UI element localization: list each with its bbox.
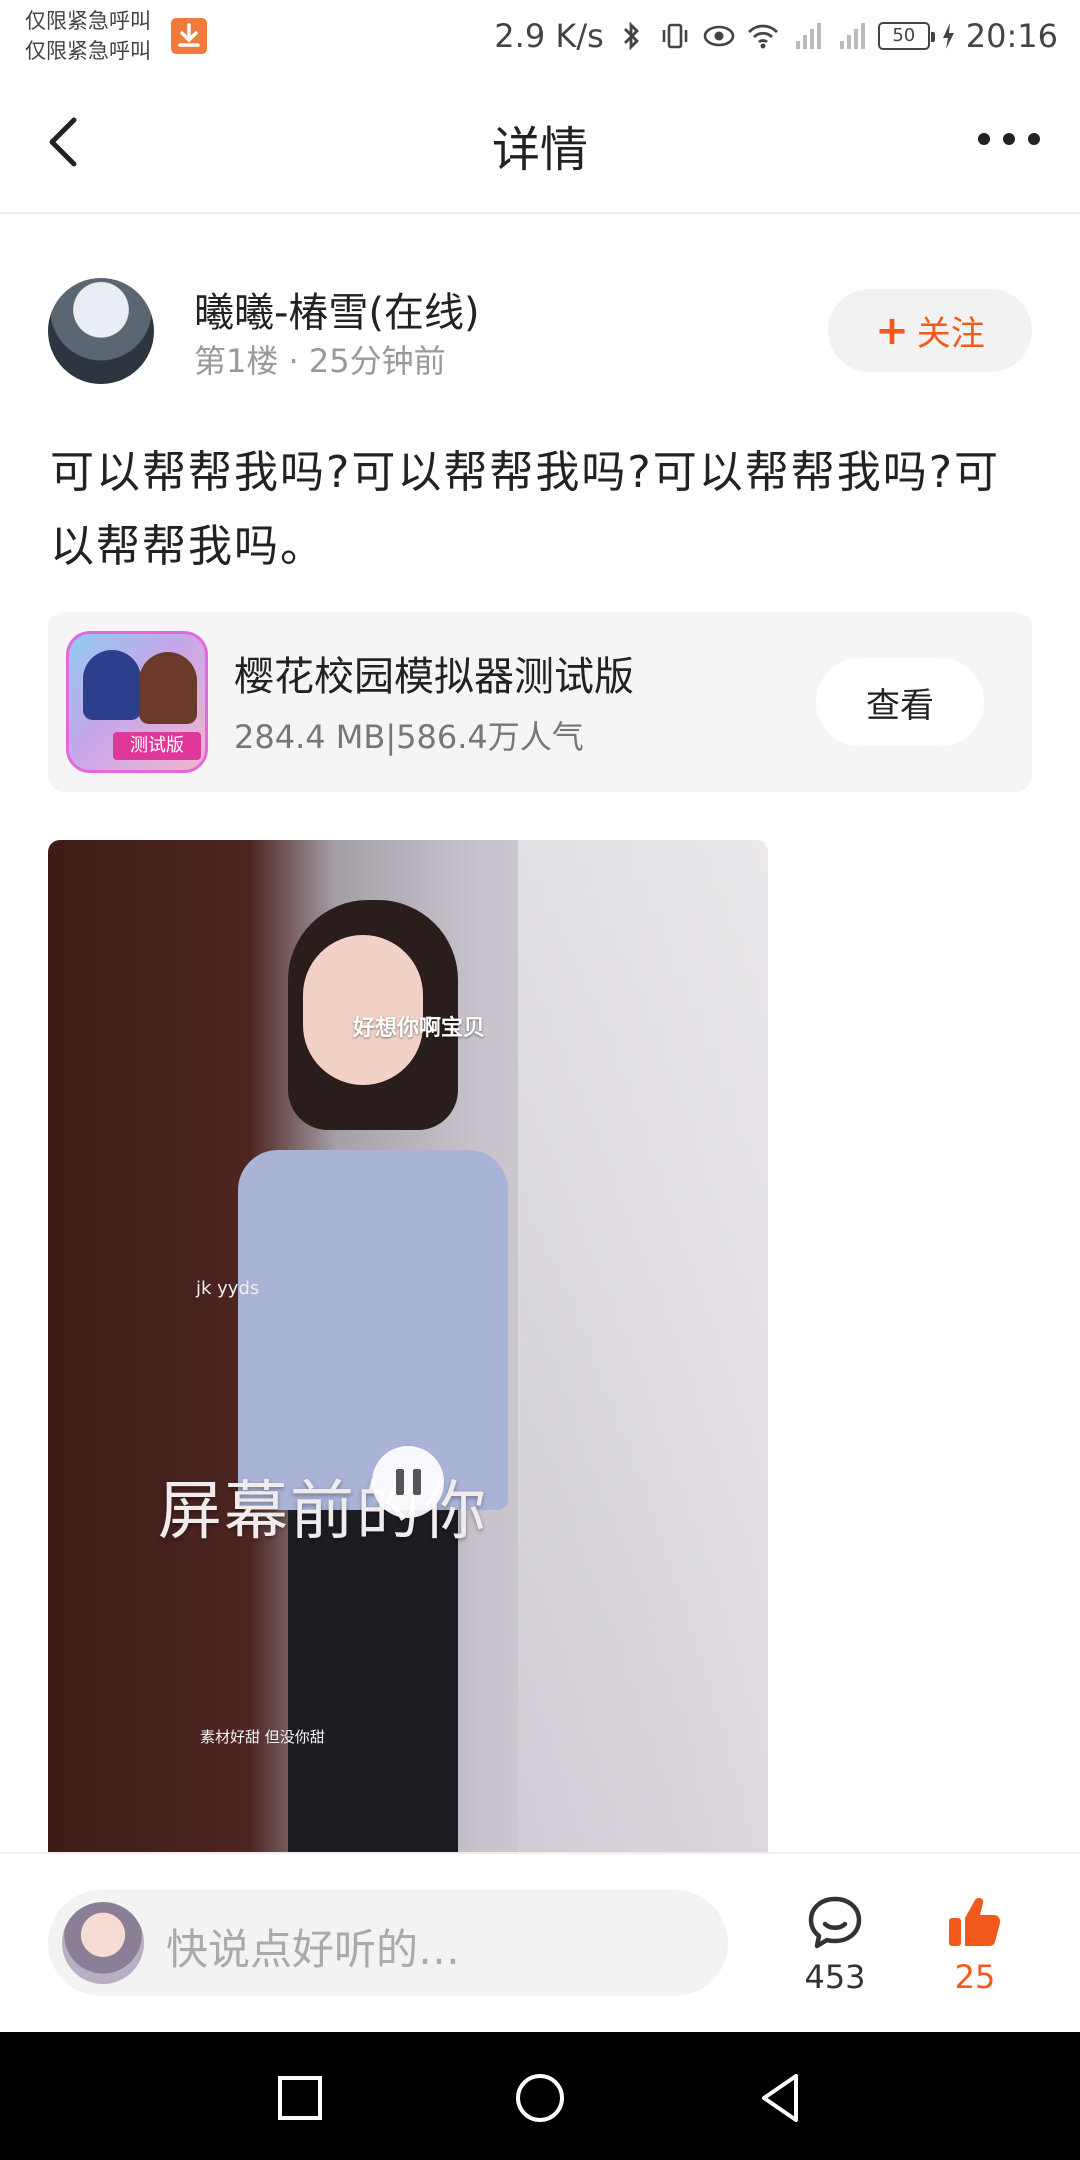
video-light-area <box>518 840 768 1852</box>
pause-button[interactable] <box>372 1446 444 1518</box>
clock: 20:16 <box>965 17 1058 55</box>
carrier-text: 仅限紧急呼叫 仅限紧急呼叫 <box>25 6 151 66</box>
video-figure-pants <box>288 1510 458 1852</box>
app-icon-badge: 测试版 <box>113 732 201 760</box>
video-player[interactable]: 好想你啊宝贝 jk yyds 屏幕前的你 素材好甜 但没你甜 <box>48 840 768 1852</box>
stats-divider: | <box>385 718 397 756</box>
view-app-button[interactable]: 查看 <box>816 658 984 746</box>
comment-bubble-icon <box>808 1896 862 1949</box>
top-nav: 详情 <box>0 72 1080 214</box>
system-back-button[interactable] <box>752 2070 808 2126</box>
plus-icon: + <box>875 307 909 354</box>
thumbs-up-icon <box>949 1897 1001 1946</box>
battery-icon: 50 <box>877 22 935 50</box>
app-icon-character-1 <box>83 650 141 720</box>
carrier-line-1: 仅限紧急呼叫 <box>25 9 151 33</box>
video-figure-shirt <box>238 1150 508 1510</box>
app-stats: 284.4 MB|586.4万人气 <box>234 712 584 758</box>
more-button[interactable] <box>974 124 1044 154</box>
triangle-back-icon <box>762 2074 798 2122</box>
home-button[interactable] <box>512 2070 568 2126</box>
app-popularity: 586.4万人气 <box>396 718 584 756</box>
bottom-action-bar: 快说点好听的… 453 25 <box>0 1852 1080 2032</box>
pause-icon-bar-left <box>395 1469 404 1495</box>
app-size: 284.4 MB <box>234 718 386 756</box>
author-avatar[interactable] <box>48 278 154 384</box>
post-time: 25分钟前 <box>308 342 446 380</box>
like-button[interactable]: 25 <box>930 1894 1020 1996</box>
more-dots-icon <box>978 133 1040 145</box>
status-bar: 仅限紧急呼叫 仅限紧急呼叫 2.9 K/s 50 20:16 <box>0 0 1080 72</box>
net-speed: 2.9 K/s <box>494 17 604 55</box>
charging-icon <box>942 23 954 49</box>
my-avatar <box>62 1902 144 1984</box>
like-count: 25 <box>954 1958 996 1996</box>
pause-icon-bar-right <box>412 1469 421 1495</box>
signal-icon <box>795 23 821 49</box>
follow-label: 关注 <box>916 314 985 354</box>
page-title: 详情 <box>491 122 588 178</box>
post-content: 可以帮帮我吗?可以帮帮我吗?可以帮帮我吗?可以帮帮我吗。 <box>50 447 1001 572</box>
follow-button[interactable]: + 关注 <box>828 289 1032 372</box>
author-name[interactable]: 曦曦-椿雪(在线) <box>194 280 480 338</box>
video-caption-top: 好想你啊宝贝 <box>353 1016 486 1041</box>
bluetooth-icon <box>623 21 639 51</box>
carrier-line-2: 仅限紧急呼叫 <box>25 39 151 63</box>
signal-icon-2 <box>839 23 865 49</box>
app-card[interactable]: 测试版 樱花校园模拟器测试版 284.4 MB|586.4万人气 查看 <box>48 612 1032 792</box>
app-icon-character-2 <box>139 652 197 724</box>
meta-separator: · <box>288 342 309 380</box>
post-meta: 第1楼 · 25分钟前 <box>194 336 446 382</box>
recents-button[interactable] <box>272 2070 328 2126</box>
status-icons: 2.9 K/s 50 20:16 <box>494 14 1058 58</box>
square-icon <box>278 2076 322 2120</box>
floor-label: 第1楼 <box>194 342 279 380</box>
wifi-icon <box>747 24 778 49</box>
eye-icon <box>703 25 735 47</box>
comments-button[interactable]: 453 <box>790 1894 880 1996</box>
vibrate-icon <box>662 23 688 49</box>
video-caption-side: jk yyds <box>196 1278 260 1299</box>
app-icon: 测试版 <box>66 631 208 773</box>
app-name: 樱花校园模拟器测试版 <box>234 654 634 700</box>
download-icon <box>171 18 207 54</box>
comment-placeholder: 快说点好听的… <box>166 1925 461 1974</box>
circle-icon <box>516 2074 564 2122</box>
comment-input[interactable]: 快说点好听的… <box>48 1890 728 1996</box>
video-caption-bottom: 素材好甜 但没你甜 <box>200 1728 325 1746</box>
system-nav-bar <box>0 2032 1080 2160</box>
comment-count: 453 <box>804 1958 866 1996</box>
